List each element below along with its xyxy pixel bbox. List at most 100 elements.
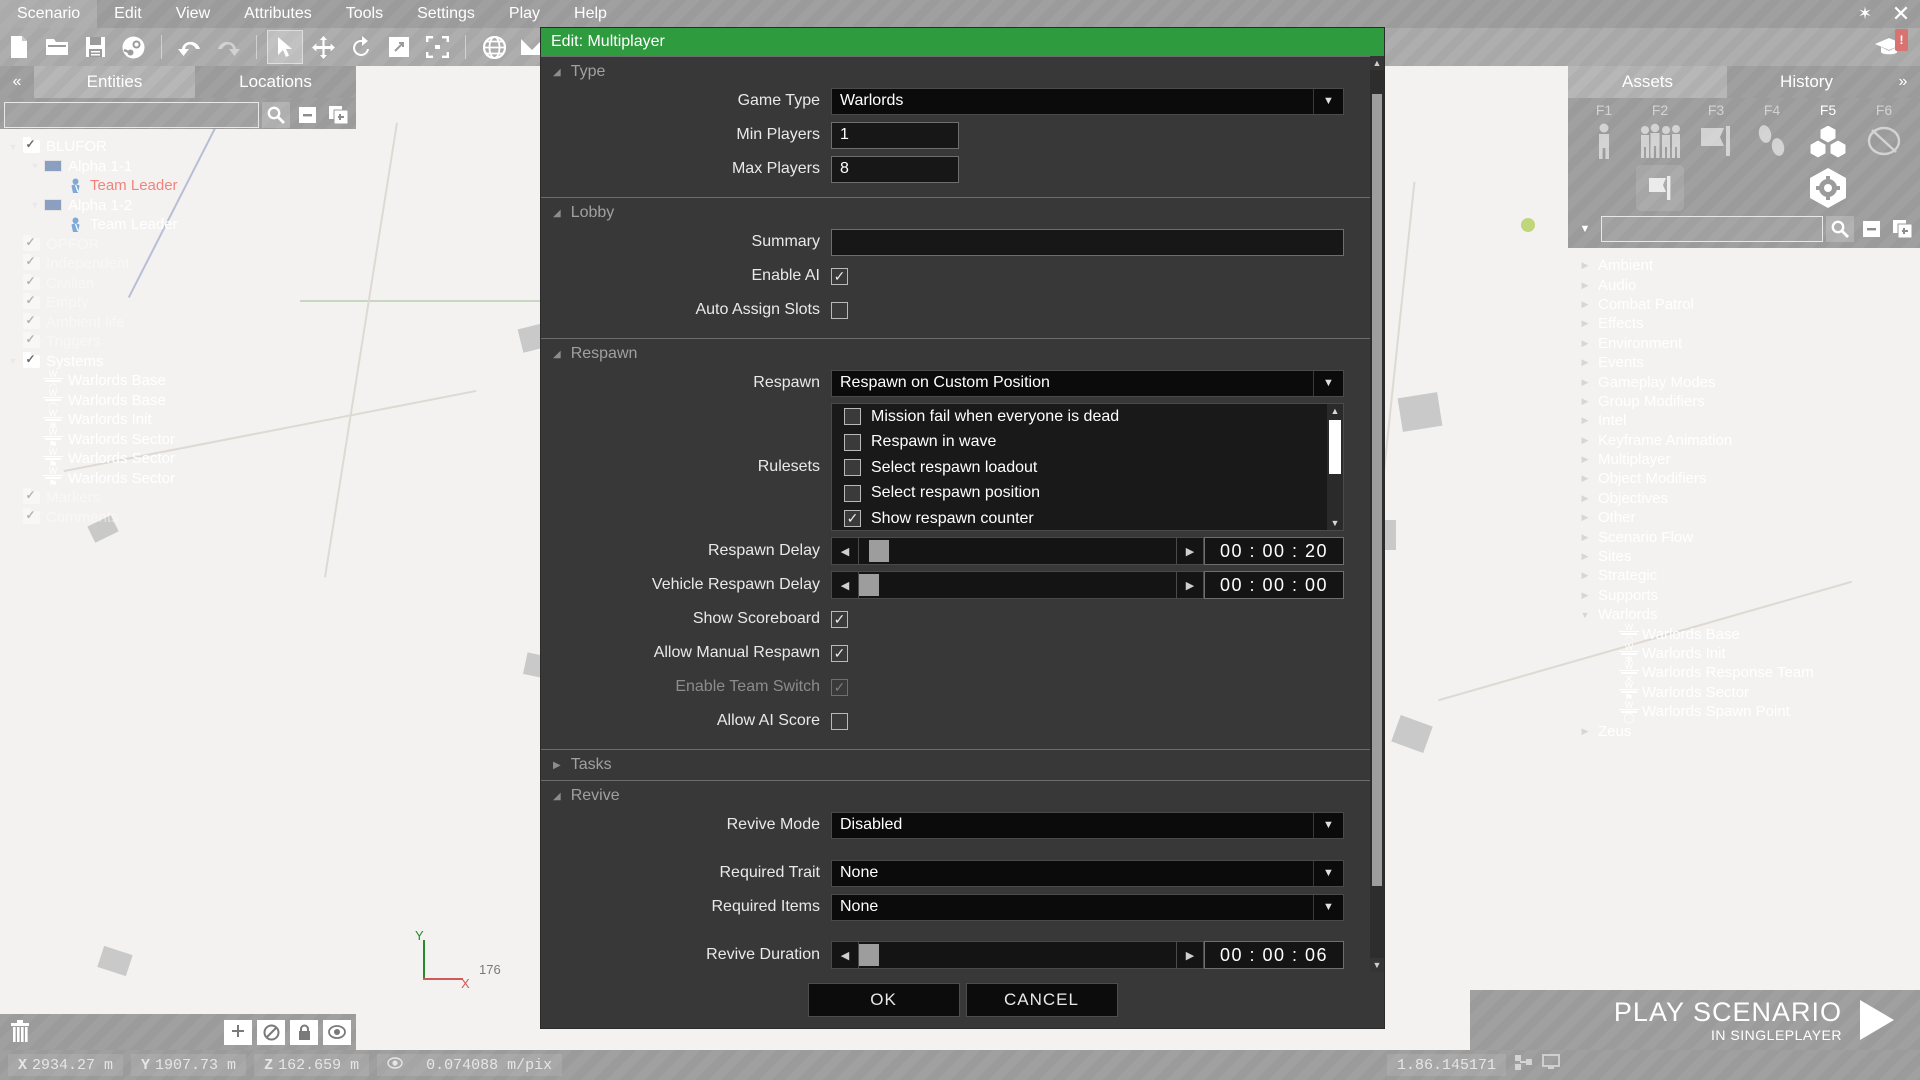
steam-workshop-icon[interactable] [116,31,150,63]
play-triangle-icon[interactable] [1860,1000,1894,1040]
dropdown-required-items[interactable]: None▼ [831,894,1344,921]
rulesets-listbox[interactable]: Mission fail when everyone is deadRespaw… [831,403,1344,531]
multiplayer-icon[interactable] [1514,1054,1533,1076]
search-icon[interactable] [262,102,290,128]
asset-tree-row[interactable]: ▶Supports [1568,586,1920,605]
cancel-button[interactable]: CANCEL [966,983,1118,1017]
entity-tree-row[interactable]: ▼Alpha 1-1 [0,157,356,177]
tree-expand-arrow[interactable]: ▶ [1574,415,1596,426]
expand-right-panel-icon[interactable]: » [1886,66,1920,98]
tree-expand-arrow[interactable]: ▶ [1574,260,1596,271]
tree-expand-arrow[interactable]: ▶ [1574,493,1596,504]
dialog-scrollbar[interactable]: ▲ ▼ [1370,56,1384,972]
ok-button[interactable]: OK [808,983,960,1017]
asset-tree-row[interactable]: ▶Object Modifiers [1568,469,1920,488]
tree-expand-arrow[interactable]: ▶ [1574,280,1596,291]
asset-tree-row[interactable]: W⚑Warlords Sector [1568,683,1920,702]
asset-tree-row[interactable]: ▶Gameplay Modes [1568,372,1920,391]
slider-increment-icon[interactable]: ▶ [1176,571,1204,599]
slider-knob[interactable] [859,574,879,596]
scroll-up-icon[interactable]: ▲ [1327,404,1343,418]
undo-icon[interactable] [173,31,207,63]
section-header[interactable]: ◢Respawn [541,339,1370,369]
select-tool-icon[interactable] [268,31,302,63]
assets-search-input[interactable] [1601,216,1823,242]
menu-item-play[interactable]: Play [492,0,557,28]
entity-tree-row[interactable]: Team Leader [0,176,356,196]
checkbox-enable-team-switch[interactable]: ✓ [831,679,848,696]
ruleset-checkbox[interactable] [844,408,861,425]
chevron-down-icon[interactable]: ▼ [1313,813,1343,838]
add-layer-icon[interactable] [1888,216,1916,242]
slider-increment-icon[interactable]: ▶ [1176,941,1204,969]
slider-increment-icon[interactable]: ▶ [1176,537,1204,565]
fkey-f3-flag[interactable]: F3 [1692,102,1740,163]
bounding-box-tool-icon[interactable] [420,31,454,63]
slider-track[interactable] [859,941,1176,969]
dropdown-revive-mode[interactable]: Disabled▼ [831,812,1344,839]
section-header[interactable]: ◢Lobby [541,198,1370,228]
section-header[interactable]: ◢Type [541,57,1370,87]
checkbox-auto-assign-slots[interactable] [831,302,848,319]
close-icon[interactable]: ✕ [1882,1,1920,27]
slider-decrement-icon[interactable]: ◀ [831,941,859,969]
chevron-down-icon[interactable]: ▼ [1313,89,1343,114]
ruleset-checkbox[interactable] [844,485,861,502]
tree-expand-arrow[interactable]: ▶ [1574,551,1596,562]
ruleset-checkbox[interactable] [844,434,861,451]
chevron-down-icon[interactable]: ▼ [1313,861,1343,886]
add-layer-icon[interactable] [324,102,352,128]
menu-item-settings[interactable]: Settings [400,0,492,28]
tree-expand-arrow[interactable]: ▶ [1574,570,1596,581]
tab-entities[interactable]: Entities [34,66,195,98]
ruleset-item[interactable]: Mission fail when everyone is dead [832,404,1343,430]
slider-revive-duration[interactable]: ◀ ▶00 : 00 : 06 [831,941,1344,969]
slider-time-value[interactable]: 00 : 00 : 06 [1204,941,1344,969]
entities-search-input[interactable] [4,102,259,128]
search-icon[interactable] [1826,216,1854,242]
ruleset-checkbox[interactable] [844,459,861,476]
tree-expand-arrow[interactable]: ▶ [1574,299,1596,310]
trash-icon[interactable] [0,1020,40,1044]
menu-item-help[interactable]: Help [557,0,624,28]
menu-item-attributes[interactable]: Attributes [227,0,329,28]
section-toggle-icon[interactable]: ◢ [553,67,561,78]
notification-badge[interactable]: ! [1895,29,1908,51]
play-scenario-button[interactable]: PLAY SCENARIO IN SINGLEPLAYER [1470,990,1920,1050]
tree-expand-arrow[interactable]: ▶ [1574,532,1596,543]
save-icon[interactable] [78,31,112,63]
scroll-down-icon[interactable]: ▼ [1370,958,1384,972]
section-toggle-icon[interactable]: ◢ [553,791,561,802]
menu-item-edit[interactable]: Edit [97,0,159,28]
asset-tree-row[interactable]: ▶Environment [1568,334,1920,353]
dropdown-respawn[interactable]: Respawn on Custom Position▼ [831,370,1344,397]
entity-tree-row[interactable]: Independent [0,254,356,274]
rotate-tool-icon[interactable] [344,31,378,63]
slider-decrement-icon[interactable]: ◀ [831,537,859,565]
ruleset-item[interactable]: Select respawn position [832,481,1343,507]
checkbox-show-scoreboard[interactable]: ✓ [831,611,848,628]
scroll-thumb[interactable] [1372,94,1382,886]
tree-expand-arrow[interactable]: ▶ [1574,318,1596,329]
entity-tree-row[interactable]: Markers [0,488,356,508]
asset-tree-row[interactable]: ▶Zeus [1568,721,1920,740]
entity-tree-row[interactable]: ▼BLUFOR [0,137,356,157]
ruleset-item[interactable]: Select respawn loadout [832,455,1343,481]
slider-decrement-icon[interactable]: ◀ [831,571,859,599]
entity-tree-row[interactable]: W⚑Warlords Sector [0,469,356,489]
asset-tree-row[interactable]: ▶Keyframe Animation [1568,431,1920,450]
asset-tree-row[interactable]: ▶Objectives [1568,489,1920,508]
entity-tree-row[interactable]: Triggers [0,332,356,352]
checkbox-allow-manual-respawn[interactable]: ✓ [831,645,848,662]
dropdown-required-trait[interactable]: None▼ [831,860,1344,887]
asset-tree-row[interactable]: W✻Warlords Init [1568,644,1920,663]
section-toggle-icon[interactable]: ▶ [553,760,561,771]
scroll-thumb[interactable] [1329,420,1341,474]
fkey-f5-props[interactable]: F5 [1804,102,1852,163]
move-tool-icon[interactable] [306,31,340,63]
systems-gear-icon[interactable] [1804,165,1852,211]
slider-vehicle-respawn-delay[interactable]: ◀▶00 : 00 : 00 [831,571,1344,599]
entity-tree-row[interactable]: Civilian [0,274,356,294]
fkey-f1-single-soldier[interactable]: F1 [1580,102,1628,163]
asset-tree-row[interactable]: ▶Group Modifiers [1568,392,1920,411]
